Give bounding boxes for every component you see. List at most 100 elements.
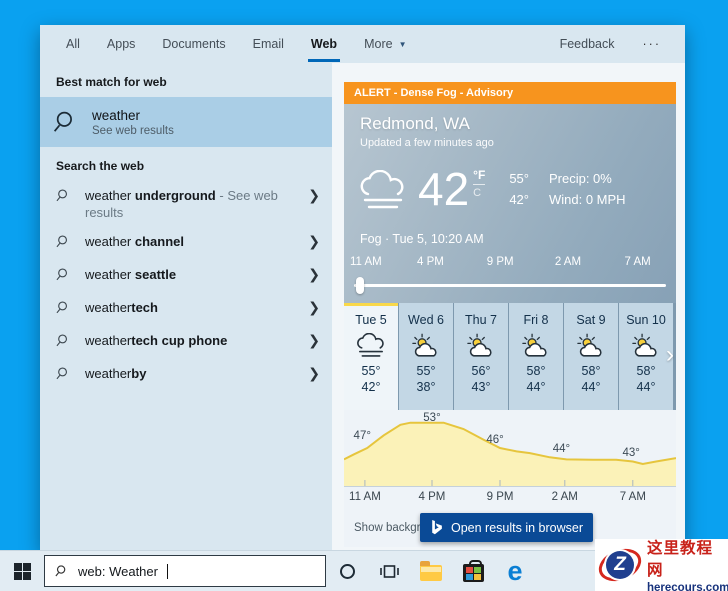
- tab-more[interactable]: More▼: [364, 25, 406, 63]
- open-results-in-browser-button[interactable]: Open results in browser: [420, 513, 593, 542]
- tile-high: 55°: [362, 363, 381, 379]
- suggestion-text: weatherby: [85, 365, 146, 382]
- time-slider-thumb[interactable]: [356, 277, 364, 294]
- chart-point-label: 47°: [354, 430, 371, 442]
- search-query-text: web: Weather: [78, 564, 158, 579]
- suggestion-row[interactable]: weathertech cup phone ❯: [40, 326, 332, 359]
- tab-web[interactable]: Web: [311, 25, 337, 63]
- more-options-icon[interactable]: ···: [643, 25, 662, 63]
- suggestion-row[interactable]: weather underground - See web results ❯: [40, 181, 332, 227]
- chart-x-tick-label: 7 AM: [620, 491, 646, 503]
- unit-celsius[interactable]: C: [473, 187, 485, 199]
- tab-documents[interactable]: Documents: [162, 25, 225, 63]
- suggestion-text: weather seattle: [85, 266, 176, 283]
- forecast-tile-tue-5[interactable]: Tue 555°42°: [344, 303, 398, 410]
- tab-email[interactable]: Email: [253, 25, 284, 63]
- precip-value: Precip: 0%: [549, 168, 626, 189]
- edge-icon: e: [507, 558, 522, 585]
- best-match-subtitle: See web results: [92, 125, 174, 137]
- weather-alert-banner[interactable]: ALERT - Dense Fog - Advisory: [344, 82, 676, 104]
- today-low: 42°: [509, 189, 529, 210]
- watermark-en-text: herecours.com: [647, 582, 728, 591]
- search-icon: [56, 267, 72, 287]
- chevron-right-icon[interactable]: ❯: [300, 266, 320, 283]
- unit-fahrenheit[interactable]: °F: [473, 168, 485, 185]
- hour-label: 4 PM: [417, 256, 444, 268]
- watermark-logo-icon: Z: [597, 543, 645, 587]
- suggestion-row[interactable]: weather seattle ❯: [40, 260, 332, 293]
- cortana-button[interactable]: [326, 551, 368, 591]
- forecast-tile-thu-7[interactable]: Thu 7 56°43°: [454, 303, 508, 410]
- microsoft-store-button[interactable]: [452, 551, 494, 591]
- tile-day-label: Thu 7: [465, 313, 497, 327]
- next-days-chevron-icon[interactable]: ›: [666, 343, 674, 367]
- hour-label: 9 PM: [487, 256, 514, 268]
- search-web-header: Search the web: [40, 147, 332, 181]
- web-preview-panel: ALERT - Dense Fog - Advisory Redmond, WA…: [332, 63, 685, 550]
- task-view-button[interactable]: [368, 551, 410, 591]
- tile-day-label: Fri 8: [524, 313, 549, 327]
- suggestion-text: weather underground - See web results: [85, 187, 290, 221]
- forecast-tile-sun-10[interactable]: Sun 1058°44°: [619, 303, 673, 410]
- chart-axis-line: [344, 486, 676, 487]
- tile-high: 55°: [417, 363, 436, 379]
- best-match-result[interactable]: weather See web results: [40, 97, 332, 147]
- tile-high: 58°: [637, 363, 656, 379]
- chevron-right-icon[interactable]: ❯: [300, 365, 320, 382]
- hour-label: 11 AM: [350, 256, 382, 268]
- site-watermark: Z 这里教程网 herecours.com: [595, 539, 728, 591]
- tab-bar: All Apps Documents Email Web More▼ Feedback ·…: [40, 25, 685, 63]
- current-conditions: 42 °F C 55° 42° Precip: 0% Wi: [358, 166, 626, 217]
- daily-forecast-strip: Tue 555°42°Wed 655°38°Thu 756°43°Fri 858…: [344, 303, 676, 410]
- hour-label: 7 AM: [625, 256, 651, 268]
- chevron-right-icon[interactable]: ❯: [300, 187, 320, 204]
- tile-low: 43°: [472, 379, 491, 395]
- forecast-tile-wed-6[interactable]: Wed 655°38°: [399, 303, 453, 410]
- suggestion-text: weathertech cup phone: [85, 332, 227, 349]
- bing-icon: [430, 520, 443, 535]
- chart-x-tick-label: 11 AM: [349, 491, 381, 503]
- file-explorer-button[interactable]: [410, 551, 452, 591]
- time-slider[interactable]: [354, 284, 666, 287]
- today-high: 55°: [509, 168, 529, 189]
- hour-label: 2 AM: [555, 256, 581, 268]
- chevron-right-icon[interactable]: ❯: [300, 233, 320, 250]
- chart-point-label: 44°: [553, 443, 570, 455]
- start-button[interactable]: [0, 551, 44, 591]
- open-results-label: Open results in browser: [451, 521, 583, 535]
- tile-day-label: Sun 10: [626, 313, 666, 327]
- search-icon: [56, 333, 72, 353]
- partly-sunny-icon: [519, 329, 553, 363]
- tile-low: 44°: [527, 379, 546, 395]
- text-cursor: [167, 564, 168, 579]
- file-explorer-icon: [420, 565, 442, 581]
- suggestion-text: weathertech: [85, 299, 158, 316]
- chart-point-label: 43°: [622, 447, 639, 459]
- condition-summary: Fog · Tue 5, 10:20 AM: [360, 232, 484, 246]
- chevron-right-icon[interactable]: ❯: [300, 332, 320, 349]
- edge-button[interactable]: e: [494, 551, 536, 591]
- weather-location: Redmond, WA: [360, 114, 470, 134]
- forecast-tile-fri-8[interactable]: Fri 858°44°: [509, 303, 563, 410]
- tile-high: 56°: [472, 363, 491, 379]
- tab-apps[interactable]: Apps: [107, 25, 136, 63]
- weather-hero: Redmond, WA Updated a few minutes ago 4: [344, 104, 676, 303]
- search-icon: [56, 366, 72, 386]
- current-temp: 42: [418, 166, 469, 212]
- best-match-header: Best match for web: [40, 63, 332, 97]
- forecast-tile-sat-9[interactable]: Sat 958°44°: [564, 303, 618, 410]
- search-icon: [55, 564, 69, 578]
- search-flyout: All Apps Documents Email Web More▼ Feedback ·…: [40, 25, 685, 550]
- fog-icon: [358, 170, 408, 217]
- suggestion-row[interactable]: weatherby ❯: [40, 359, 332, 392]
- suggestion-row[interactable]: weathertech ❯: [40, 293, 332, 326]
- taskbar-search-input[interactable]: web: Weather: [44, 555, 326, 587]
- feedback-button[interactable]: Feedback: [560, 25, 615, 63]
- chevron-right-icon[interactable]: ❯: [300, 299, 320, 316]
- suggestion-row[interactable]: weather channel❯: [40, 227, 332, 260]
- tile-high: 58°: [582, 363, 601, 379]
- task-view-icon: [380, 563, 399, 580]
- search-icon: [56, 188, 72, 208]
- hour-labels: 11 AM 4 PM 9 PM 2 AM 7 AM: [344, 256, 676, 270]
- tab-all[interactable]: All: [66, 25, 80, 63]
